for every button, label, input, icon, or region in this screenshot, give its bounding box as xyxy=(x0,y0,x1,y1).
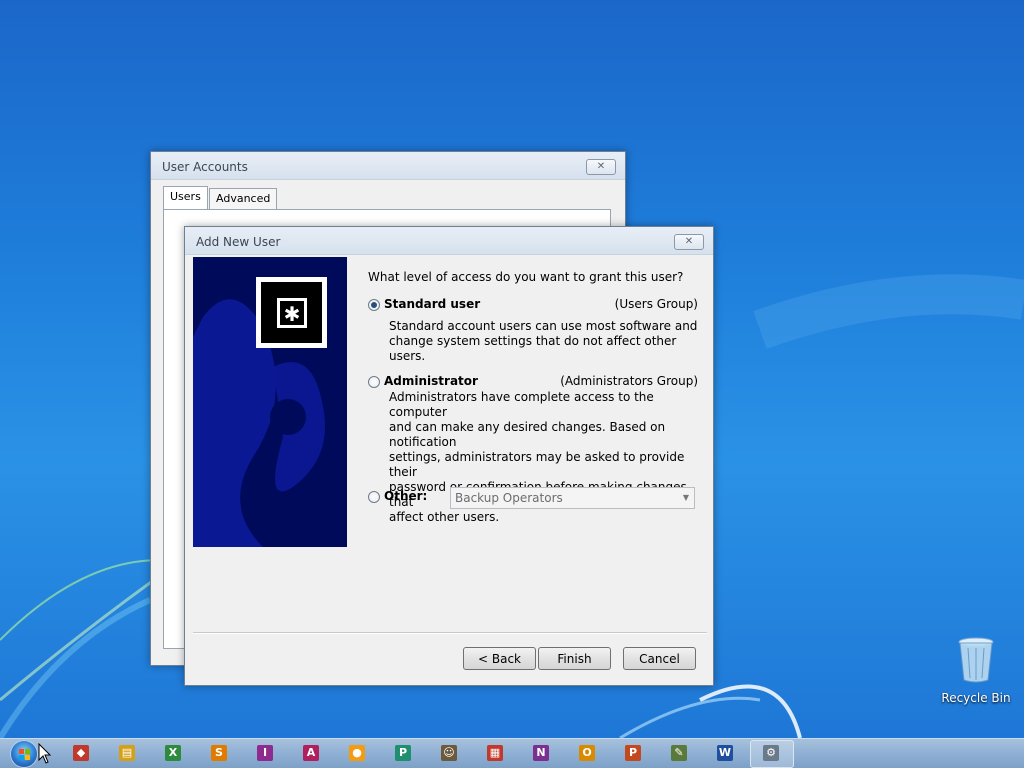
recycle-bin-label: Recycle Bin xyxy=(941,691,1011,705)
close-icon: ✕ xyxy=(596,161,606,172)
window-title: User Accounts xyxy=(162,160,248,174)
option-group: (Administrators Group) xyxy=(560,374,698,388)
word-icon[interactable]: W xyxy=(717,745,733,761)
description-line: change system settings that do not affec… xyxy=(389,334,677,363)
description-line: Standard account users can use most soft… xyxy=(389,319,698,333)
infopath-icon[interactable]: I xyxy=(257,745,273,761)
radio-other[interactable] xyxy=(368,491,380,503)
outlook-icon[interactable]: O xyxy=(579,745,595,761)
file-explorer-icon[interactable]: ▤ xyxy=(119,745,135,761)
excel-icon[interactable]: X xyxy=(165,745,181,761)
radio-administrator[interactable] xyxy=(368,376,380,388)
radio-standard-user[interactable] xyxy=(368,299,380,311)
chart-app-icon[interactable]: ▦ xyxy=(487,745,503,761)
option-description: Standard account users can use most soft… xyxy=(389,319,699,364)
recycle-bin[interactable]: Recycle Bin xyxy=(938,636,1014,705)
finish-button[interactable]: Finish xyxy=(538,647,611,670)
option-standard-user: Standard user (Users Group) Standard acc… xyxy=(368,297,698,363)
tab-label: Advanced xyxy=(216,192,271,205)
option-label[interactable]: Administrator xyxy=(384,374,478,388)
orange-app-icon[interactable]: ● xyxy=(349,745,365,761)
option-label[interactable]: Standard user xyxy=(384,297,480,311)
windows-logo-icon xyxy=(19,749,30,760)
user-accounts-icon: ✱ xyxy=(256,277,327,348)
access-icon[interactable]: A xyxy=(303,745,319,761)
group-select-value: Backup Operators xyxy=(455,491,563,505)
description-line: and can make any desired changes. Based … xyxy=(389,420,666,449)
button-separator xyxy=(193,632,707,634)
group-select[interactable]: Backup Operators ▼ xyxy=(450,487,695,509)
tab-users[interactable]: Users xyxy=(163,186,208,209)
start-button[interactable] xyxy=(10,740,38,768)
sheets-icon[interactable]: S xyxy=(211,745,227,761)
taskbar: ◆ ▤ X S I A ● P ☺ ▦ N O P ✎ W ⚙ xyxy=(0,738,1024,768)
powerpoint-icon[interactable]: P xyxy=(625,745,641,761)
description-line: settings, administrators may be asked to… xyxy=(389,450,685,479)
option-group: (Users Group) xyxy=(614,297,698,311)
access-question: What level of access do you want to gran… xyxy=(368,270,684,284)
user-accounts-titlebar[interactable]: User Accounts ✕ xyxy=(151,152,625,180)
contacts-icon[interactable]: ☺ xyxy=(441,745,457,761)
tab-advanced[interactable]: Advanced xyxy=(209,188,278,210)
option-other: Other: Backup Operators ▼ xyxy=(368,487,698,513)
add-new-user-dialog: Add New User ✕ ✱ What level of access do… xyxy=(184,226,714,686)
svg-text:✱: ✱ xyxy=(283,302,300,326)
onenote-icon[interactable]: N xyxy=(533,745,549,761)
add-new-user-titlebar[interactable]: Add New User ✕ xyxy=(185,227,713,255)
cancel-button[interactable]: Cancel xyxy=(623,647,696,670)
publisher-icon[interactable]: P xyxy=(395,745,411,761)
tab-label: Users xyxy=(170,190,201,203)
gimp-icon[interactable]: ◆ xyxy=(73,745,89,761)
recycle-bin-icon xyxy=(958,637,994,683)
close-button[interactable]: ✕ xyxy=(674,234,704,250)
chevron-down-icon: ▼ xyxy=(682,493,689,502)
paint-icon[interactable]: ✎ xyxy=(671,745,687,761)
mouse-cursor-icon xyxy=(38,743,52,764)
description-line: Administrators have complete access to t… xyxy=(389,390,654,419)
close-icon: ✕ xyxy=(684,236,694,247)
back-button[interactable]: < Back xyxy=(463,647,536,670)
user-accounts-icon[interactable]: ⚙ xyxy=(763,745,779,761)
dialog-title: Add New User xyxy=(196,235,281,249)
option-administrator: Administrator (Administrators Group) Adm… xyxy=(368,374,698,524)
wizard-banner: ✱ xyxy=(193,257,347,547)
option-label[interactable]: Other: xyxy=(384,489,427,503)
close-button[interactable]: ✕ xyxy=(586,159,616,175)
